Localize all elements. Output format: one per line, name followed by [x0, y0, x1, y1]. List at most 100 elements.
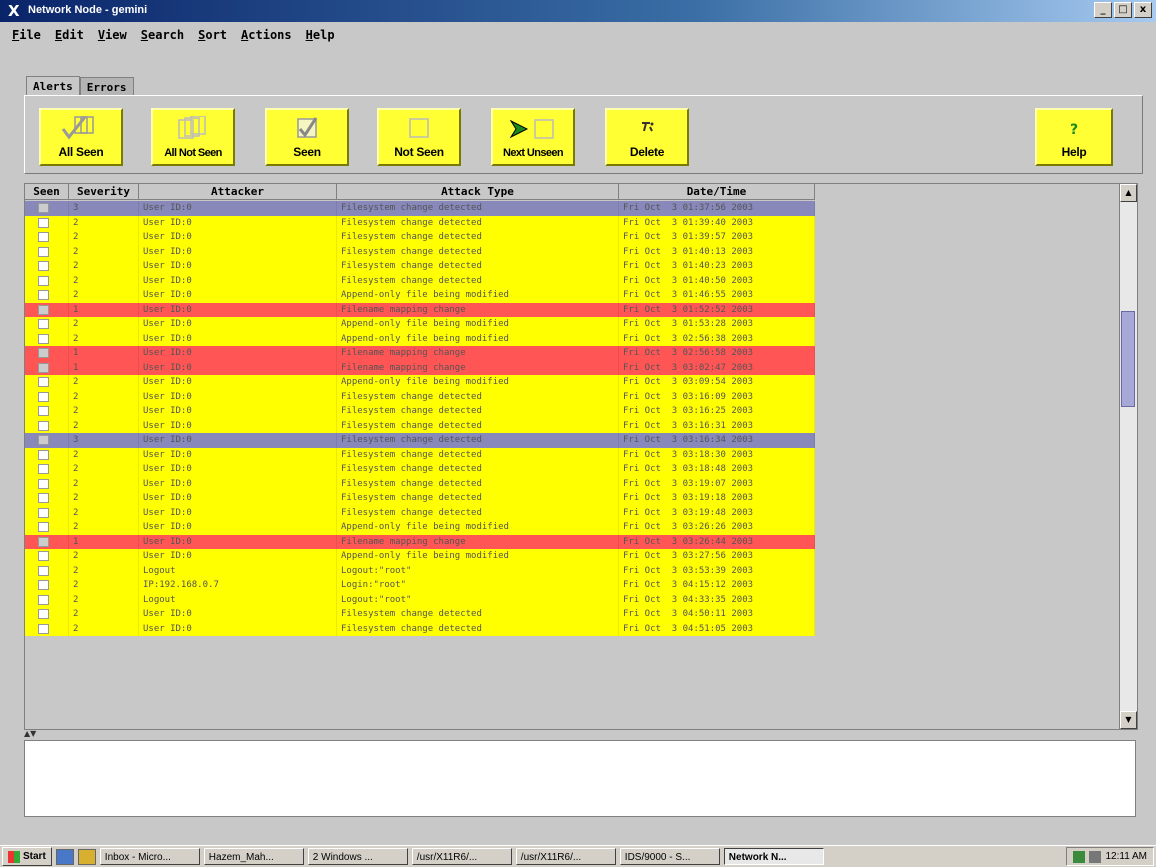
table-row[interactable]: 2 User ID:0 Filesystem change detected Fri … [25, 273, 815, 288]
seen-checkbox[interactable] [38, 507, 49, 518]
table-row[interactable]: 2 User ID:0 Filesystem change detected Fri … [25, 447, 815, 462]
scroll-down-arrow-icon[interactable]: ▼ [1120, 711, 1137, 729]
seen-checkbox[interactable] [38, 391, 49, 402]
table-row[interactable]: 2 User ID:0 Filesystem change detected Fri … [25, 215, 815, 230]
seen-checkbox[interactable] [38, 580, 49, 590]
seen-checkbox[interactable] [38, 275, 49, 286]
table-row[interactable]: 2 User ID:0 Filesystem change detected Fri … [25, 389, 815, 404]
taskbar-item-network-node[interactable]: Network N... [723, 848, 824, 865]
column-attack-type[interactable]: Attack Type [337, 184, 619, 200]
table-row[interactable]: 2 User ID:0 Filesystem change detected Fri … [25, 244, 815, 259]
column-severity[interactable]: Severity [69, 184, 139, 200]
tab-errors[interactable]: Errors [79, 77, 134, 97]
table-row[interactable]: 2 User ID:0 Filesystem change detected Fri … [25, 621, 815, 636]
table-row[interactable]: 2 User ID:0 Append-only file being modifie… [25, 375, 815, 390]
seen-checkbox[interactable] [38, 623, 49, 634]
seen-checkbox[interactable] [38, 362, 49, 373]
seen-checkbox[interactable] [38, 333, 49, 344]
minimize-button[interactable]: _ [1094, 2, 1112, 18]
seen-checkbox[interactable] [38, 304, 49, 315]
seen-checkbox[interactable] [38, 493, 49, 503]
network-tray-icon[interactable] [1073, 850, 1086, 863]
scroll-up-arrow-icon[interactable]: ▲ [1120, 184, 1137, 202]
table-row[interactable]: 3 User ID:0 Filesystem change detected Fri … [25, 433, 815, 448]
seen-checkbox[interactable] [38, 246, 49, 257]
seen-checkbox[interactable] [38, 594, 49, 605]
table-row[interactable]: 2 User ID:0 Filesystem change detected Fri … [25, 259, 815, 274]
window-titlebar[interactable]: X Network Node - gemini _ □ x [0, 0, 1156, 22]
seen-checkbox[interactable] [38, 464, 49, 474]
table-row[interactable]: 2 User ID:0 Filesystem change detected Fri … [25, 505, 815, 520]
seen-checkbox[interactable] [38, 406, 49, 416]
outlook-quicklaunch-icon[interactable] [77, 848, 96, 865]
table-row[interactable]: 2 IP:192.168.0.7 Login:"root" Fri Oct 3 04:… [25, 578, 815, 593]
table-row[interactable]: 2 User ID:0 Append-only file being modifie… [25, 331, 815, 346]
menu-view[interactable]: View [96, 26, 129, 46]
table-row[interactable]: 2 User ID:0 Append-only file being modifie… [25, 288, 815, 303]
seen-checkbox[interactable] [38, 232, 49, 242]
all-seen-button[interactable]: All Seen [39, 108, 123, 166]
taskbar-item-windows-group[interactable]: 2 Windows ... [307, 848, 408, 865]
table-row[interactable]: 2 User ID:0 Filesystem change detected Fri … [25, 230, 815, 245]
table-row[interactable]: 2 User ID:0 Append-only file being modifie… [25, 317, 815, 332]
table-row[interactable]: 2 User ID:0 Append-only file being modifie… [25, 520, 815, 535]
table-row[interactable]: 3 User ID:0 Filesystem change detected Fri … [25, 201, 815, 216]
taskbar-item-ids9000[interactable]: IDS/9000 - S... [619, 848, 720, 865]
table-row[interactable]: 2 User ID:0 Filesystem change detected Fri … [25, 491, 815, 506]
detail-pane[interactable] [24, 740, 1136, 817]
menu-file[interactable]: File [10, 26, 43, 46]
seen-checkbox[interactable] [38, 290, 49, 300]
clock[interactable]: 12:11 AM [1105, 851, 1147, 862]
not-seen-button[interactable]: Not Seen [377, 108, 461, 166]
taskbar-item-x11-2[interactable]: /usr/X11R6/... [515, 848, 616, 865]
taskbar-item-x11-1[interactable]: /usr/X11R6/... [411, 848, 512, 865]
column-attacker[interactable]: Attacker [139, 184, 337, 200]
vertical-scrollbar[interactable]: ▲ ▼ [1119, 184, 1137, 729]
seen-checkbox[interactable] [38, 319, 49, 329]
start-button[interactable]: Start [2, 847, 52, 866]
menu-edit[interactable]: Edit [53, 26, 86, 46]
table-row[interactable]: 1 User ID:0 Filename mapping change Fri Oct… [25, 346, 815, 361]
table-row[interactable]: 2 User ID:0 Filesystem change detected Fri … [25, 462, 815, 477]
volume-tray-icon[interactable] [1089, 850, 1102, 863]
table-row[interactable]: 2 Logout Logout:"root" Fri Oct 3 04:33:35 2… [25, 592, 815, 607]
seen-checkbox[interactable] [38, 536, 49, 547]
table-row[interactable]: 2 User ID:0 Append-only file being modifie… [25, 549, 815, 564]
menu-search[interactable]: Search [139, 26, 186, 46]
seen-checkbox[interactable] [38, 522, 49, 532]
seen-checkbox[interactable] [38, 609, 49, 619]
ie-quicklaunch-icon[interactable] [55, 848, 74, 865]
menu-actions[interactable]: Actions [239, 26, 294, 46]
next-unseen-button[interactable]: Next Unseen [491, 108, 575, 166]
table-row[interactable]: 1 User ID:0 Filename mapping change Fri Oct… [25, 534, 815, 549]
table-row[interactable]: 2 User ID:0 Filesystem change detected Fri … [25, 476, 815, 491]
seen-button[interactable]: Seen [265, 108, 349, 166]
seen-checkbox[interactable] [38, 565, 49, 576]
table-row[interactable]: 2 Logout Logout:"root" Fri Oct 3 03:53:39 2… [25, 563, 815, 578]
seen-checkbox[interactable] [38, 551, 49, 561]
table-row[interactable]: 2 User ID:0 Filesystem change detected Fri … [25, 418, 815, 433]
table-row[interactable]: 1 User ID:0 Filename mapping change Fri Oct… [25, 360, 815, 375]
all-not-seen-button[interactable]: All Not Seen [151, 108, 235, 166]
seen-checkbox[interactable] [38, 261, 49, 271]
taskbar-item-inbox[interactable]: Inbox - Micro... [99, 848, 200, 865]
seen-checkbox[interactable] [38, 478, 49, 489]
table-row[interactable]: 2 User ID:0 Filesystem change detected Fri … [25, 404, 815, 419]
table-row[interactable]: 1 User ID:0 Filename mapping change Fri Oct… [25, 302, 815, 317]
seen-checkbox[interactable] [38, 217, 49, 228]
table-row[interactable]: 2 User ID:0 Filesystem change detected Fri … [25, 607, 815, 622]
column-datetime[interactable]: Date/Time [619, 184, 815, 200]
pane-splitter[interactable]: ▲▼ [24, 729, 1136, 739]
seen-checkbox[interactable] [38, 377, 49, 387]
delete-button[interactable]: Delete [605, 108, 689, 166]
seen-checkbox[interactable] [38, 348, 49, 358]
close-button[interactable]: x [1134, 2, 1152, 18]
seen-checkbox[interactable] [38, 203, 49, 213]
help-button[interactable]: ? Help [1035, 108, 1113, 166]
menu-help[interactable]: Help [304, 26, 337, 46]
taskbar-item-hazem[interactable]: Hazem_Mah... [203, 848, 304, 865]
tab-alerts[interactable]: Alerts [26, 76, 80, 97]
menu-sort[interactable]: Sort [196, 26, 229, 46]
maximize-button[interactable]: □ [1114, 2, 1132, 18]
column-seen[interactable]: Seen [25, 184, 69, 200]
